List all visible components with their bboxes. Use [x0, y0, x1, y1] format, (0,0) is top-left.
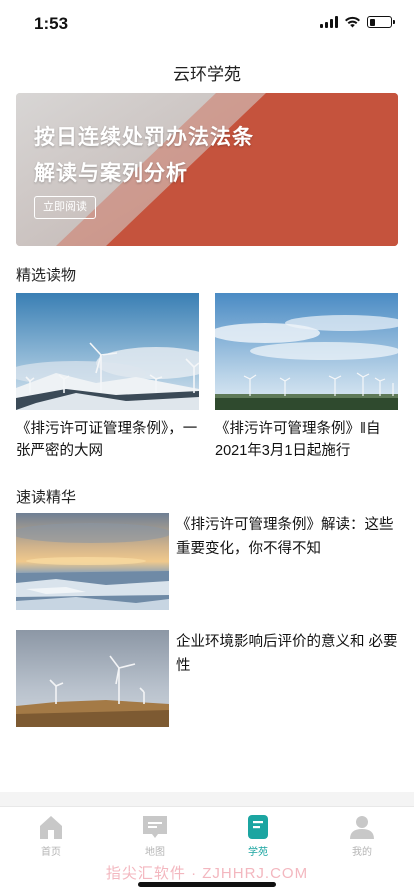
banner-title-line2: 解读与案列分析: [34, 162, 188, 185]
status-time: 1:53: [34, 14, 69, 33]
home-icon: [40, 816, 62, 839]
tab-academy[interactable]: 学苑: [228, 813, 288, 858]
status-icons: [320, 16, 395, 28]
list-item[interactable]: 《排污许可管理条例》解读：这些重要变化，你不得不知: [16, 513, 398, 611]
tab-profile[interactable]: 我的: [332, 813, 392, 858]
book-icon: [248, 815, 268, 839]
tab-home-label: 首页: [41, 847, 61, 858]
wind-turbines-snow-image: [16, 293, 199, 410]
map-icon: [143, 816, 167, 838]
promo-banner[interactable]: 按日连续处罚办法法条 解读与案列分析 立即阅读: [16, 93, 398, 246]
list-item[interactable]: 企业环境影响后评价的意义和 必要性: [16, 630, 398, 728]
tab-home[interactable]: 首页: [21, 813, 81, 858]
frozen-shore-sunset-image: [16, 513, 169, 610]
status-bar: 1:53: [0, 0, 414, 48]
list-item-title: 企业环境影响后评价的意义和 必要性: [176, 634, 398, 674]
watermark-text: 指尖汇软件 · ZJHHRJ.COM: [105, 865, 309, 882]
featured-section-title: 精选读物: [16, 267, 77, 284]
featured-item[interactable]: 《排污许可管理条例》‖自2021年3月1日起施行: [215, 293, 398, 462]
list-item-title: 《排污许可管理条例》解读：这些重要变化，你不得不知: [176, 517, 394, 557]
tab-map-label: 地图: [145, 847, 165, 858]
tab-academy-label: 学苑: [248, 847, 268, 858]
wind-turbines-grassland-image: [16, 630, 169, 727]
quick-read-section-title: 速读精华: [16, 489, 77, 506]
tab-profile-label: 我的: [352, 847, 372, 858]
page-title: 云环学苑: [173, 65, 241, 84]
tab-bar-divider: [0, 792, 414, 806]
wind-farm-field-image: [215, 293, 398, 410]
user-icon: [350, 816, 374, 839]
wifi-icon: [345, 16, 360, 28]
cellular-signal-icon: [320, 16, 338, 28]
read-now-button[interactable]: 立即阅读: [34, 196, 96, 219]
battery-icon: [367, 16, 395, 28]
featured-item-title: 《排污许可证管理条例》，一张严密的大网: [16, 421, 198, 459]
featured-item[interactable]: 《排污许可证管理条例》，一张严密的大网: [16, 293, 199, 462]
tab-map[interactable]: 地图: [125, 813, 185, 858]
banner-title-line1: 按日连续处罚办法法条: [34, 126, 254, 149]
featured-item-title: 《排污许可管理条例》‖自2021年3月1日起施行: [215, 421, 381, 459]
home-indicator: [138, 882, 276, 887]
